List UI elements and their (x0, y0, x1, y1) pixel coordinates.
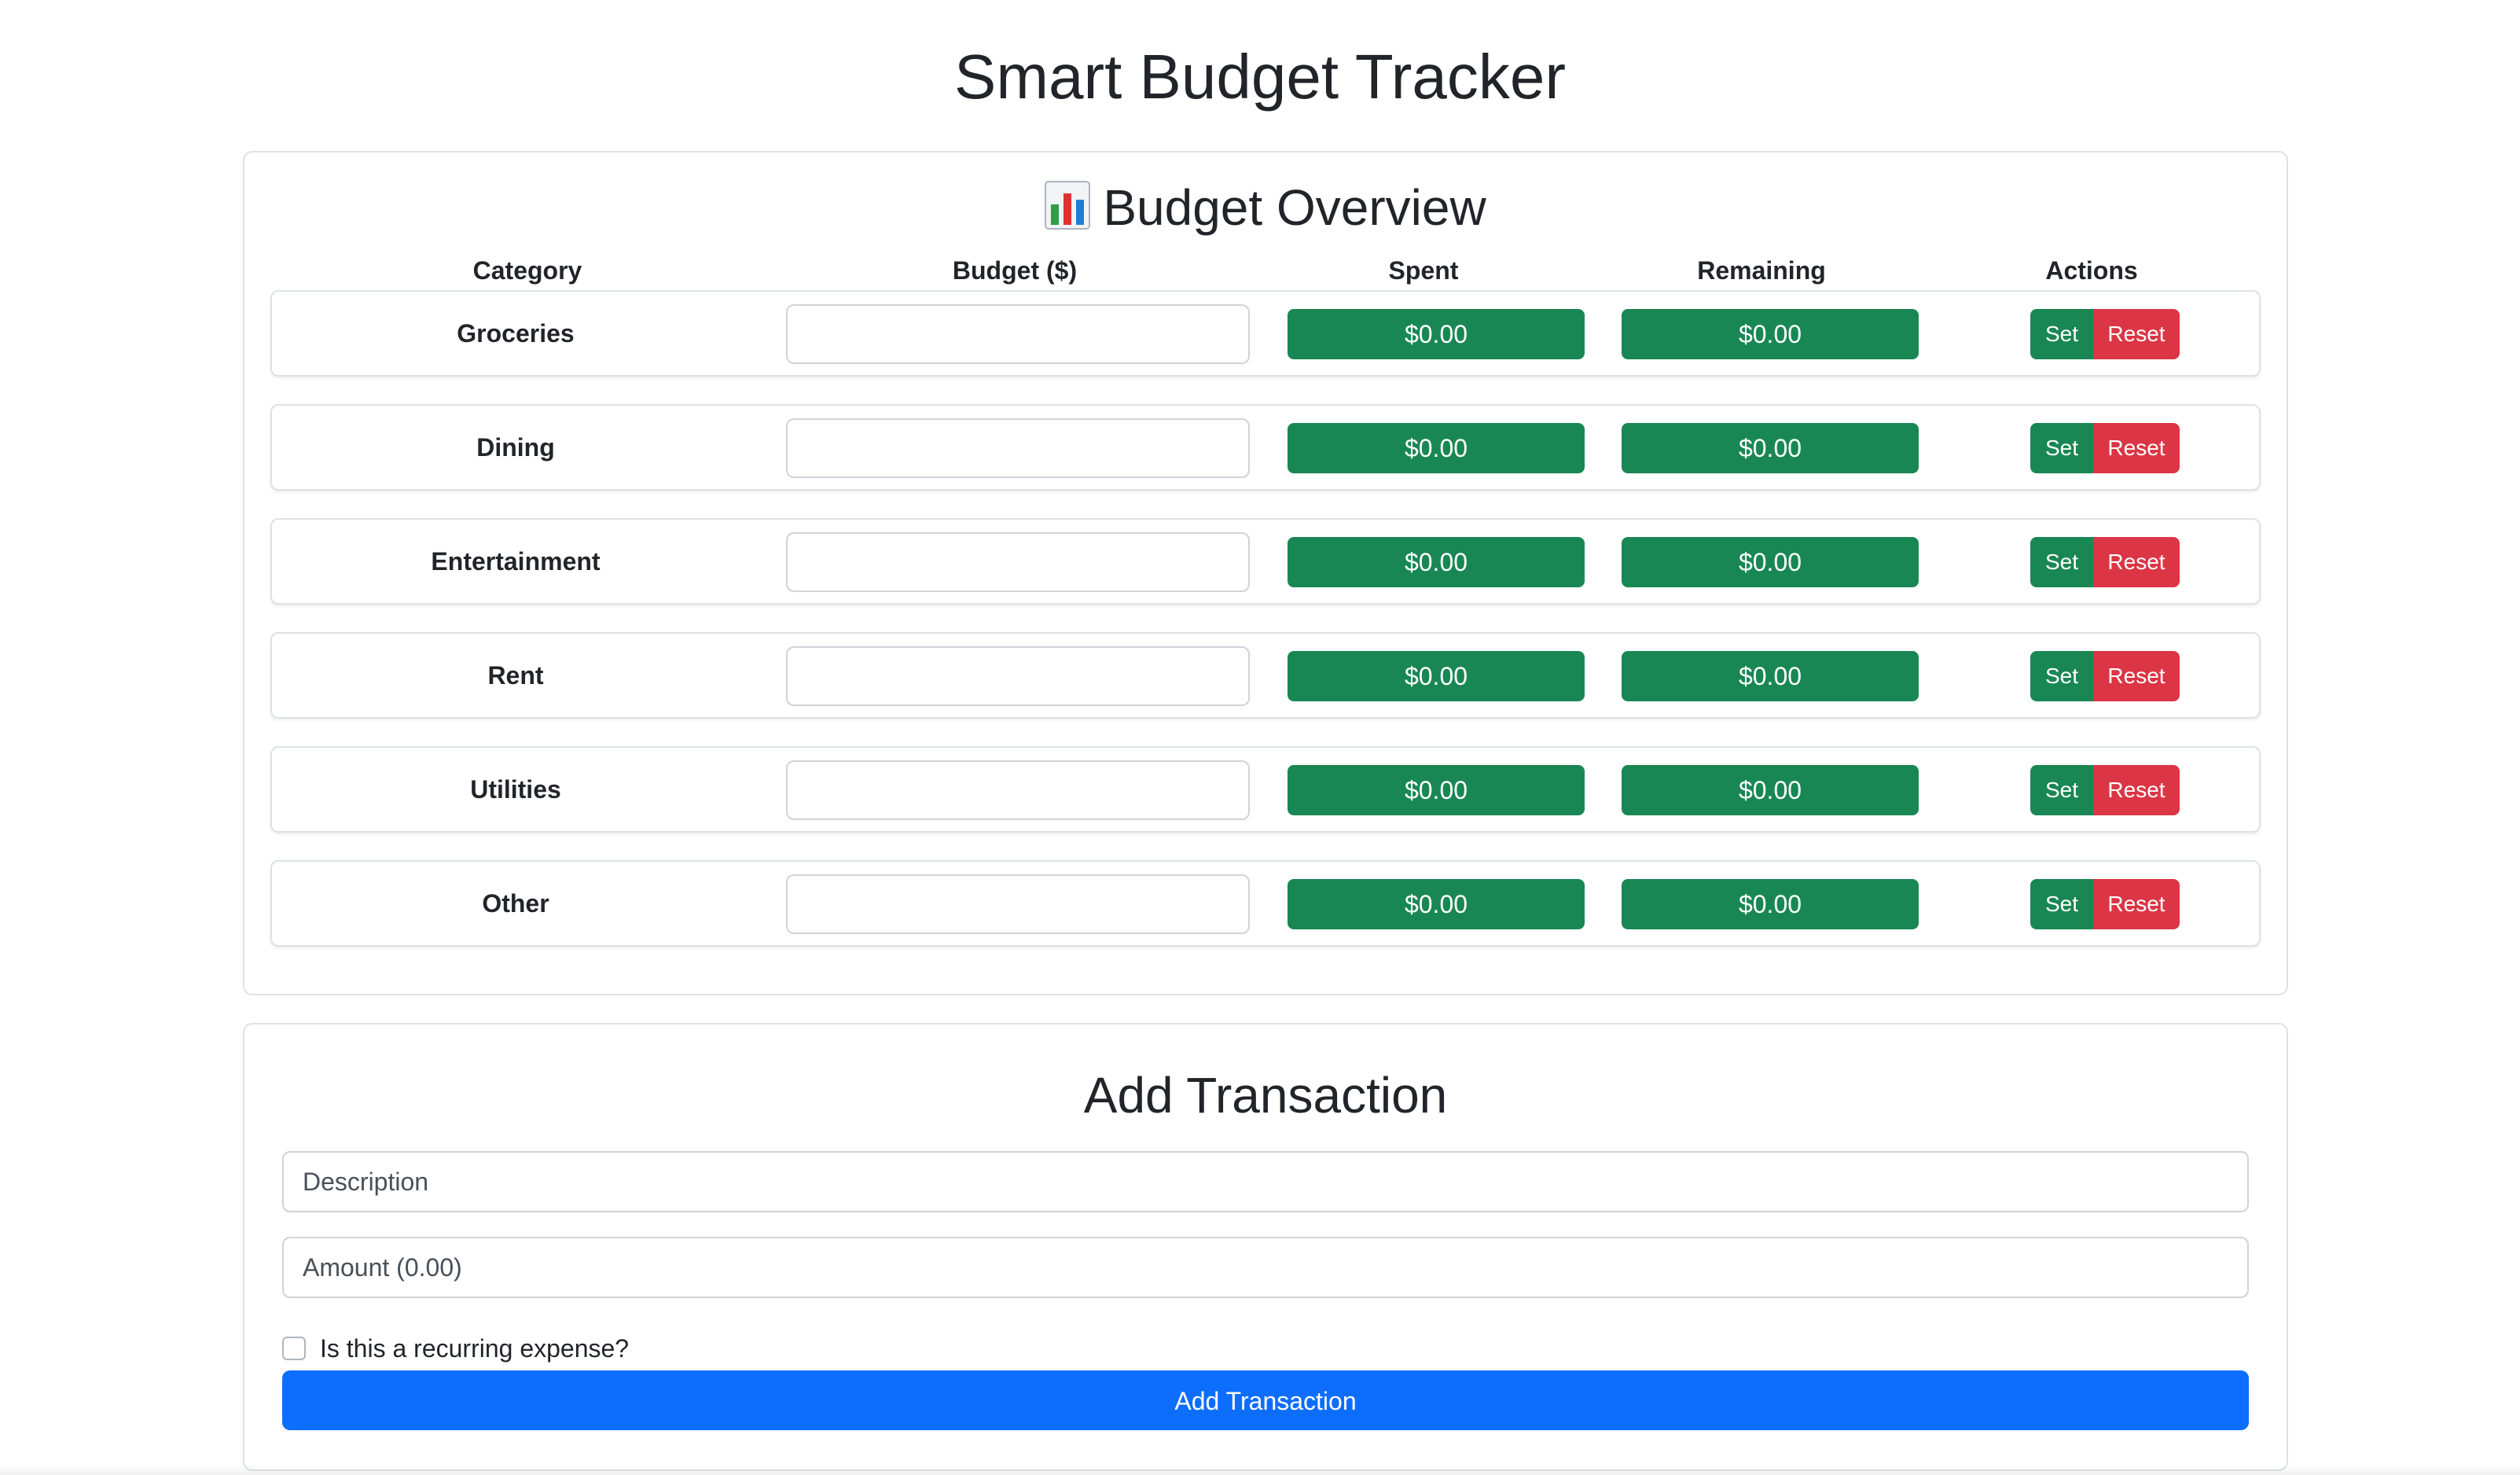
add-transaction-button[interactable]: Add Transaction (282, 1370, 2249, 1430)
category-name: Utilities (470, 775, 561, 804)
category-name: Groceries (457, 319, 575, 348)
budget-input-groceries[interactable] (786, 304, 1250, 364)
amount-input[interactable] (282, 1237, 2249, 1298)
set-button[interactable]: Set (2030, 879, 2093, 929)
spent-amount: $0.00 (1288, 651, 1585, 701)
category-name: Other (482, 889, 549, 918)
add-transaction-card: Add Transaction Is this a recurring expe… (243, 1023, 2288, 1471)
budget-row-rent: Rent $0.00 $0.00 Set Reset (270, 632, 2261, 719)
set-button[interactable]: Set (2030, 423, 2093, 473)
budget-input-dining[interactable] (786, 418, 1250, 478)
budget-row-other: Other $0.00 $0.00 Set Reset (270, 860, 2261, 947)
spent-amount: $0.00 (1288, 537, 1585, 587)
column-header-remaining: Remaining (1697, 256, 1826, 285)
budget-row-dining: Dining $0.00 $0.00 Set Reset (270, 404, 2261, 491)
set-button[interactable]: Set (2030, 765, 2093, 815)
budget-input-entertainment[interactable] (786, 532, 1250, 592)
set-button[interactable]: Set (2030, 309, 2093, 359)
recurring-label: Is this a recurring expense? (320, 1334, 630, 1363)
reset-button[interactable]: Reset (2093, 879, 2180, 929)
column-header-actions: Actions (2045, 256, 2138, 285)
category-name: Dining (476, 433, 555, 462)
remaining-amount: $0.00 (1622, 423, 1919, 473)
reset-button[interactable]: Reset (2093, 651, 2180, 701)
budget-row-entertainment: Entertainment $0.00 $0.00 Set Reset (270, 518, 2261, 605)
budget-overview-heading: Budget Overview (244, 176, 2287, 244)
spent-amount: $0.00 (1288, 309, 1585, 359)
reset-button[interactable]: Reset (2093, 309, 2180, 359)
set-button[interactable]: Set (2030, 651, 2093, 701)
add-transaction-title: Add Transaction (1083, 1067, 1448, 1124)
reset-button[interactable]: Reset (2093, 423, 2180, 473)
budget-overview-card: Budget Overview Category Budget ($) Spen… (243, 151, 2288, 995)
budget-input-other[interactable] (786, 874, 1250, 934)
budget-input-rent[interactable] (786, 646, 1250, 706)
spent-amount: $0.00 (1288, 423, 1585, 473)
budget-row-groceries: Groceries $0.00 $0.00 Set Reset (270, 290, 2261, 377)
reset-button[interactable]: Reset (2093, 537, 2180, 587)
category-name: Rent (487, 661, 544, 690)
recurring-checkbox[interactable] (282, 1337, 306, 1360)
remaining-amount: $0.00 (1622, 309, 1919, 359)
description-input[interactable] (282, 1151, 2249, 1212)
bottom-shadow (0, 1464, 2520, 1475)
budget-row-utilities: Utilities $0.00 $0.00 Set Reset (270, 746, 2261, 833)
remaining-amount: $0.00 (1622, 651, 1919, 701)
page-title: Smart Budget Tracker (953, 42, 1567, 112)
remaining-amount: $0.00 (1622, 537, 1919, 587)
remaining-amount: $0.00 (1622, 765, 1919, 815)
bar-chart-icon (1045, 181, 1091, 244)
category-name: Entertainment (431, 547, 601, 576)
column-header-budget: Budget ($) (952, 256, 1078, 285)
remaining-amount: $0.00 (1622, 879, 1919, 929)
set-button[interactable]: Set (2030, 537, 2093, 587)
reset-button[interactable]: Reset (2093, 765, 2180, 815)
budget-input-utilities[interactable] (786, 760, 1250, 820)
budget-overview-title: Budget Overview (1103, 179, 1486, 236)
spent-amount: $0.00 (1288, 879, 1585, 929)
column-header-category: Category (472, 256, 582, 285)
column-header-spent: Spent (1388, 256, 1459, 285)
spent-amount: $0.00 (1288, 765, 1585, 815)
